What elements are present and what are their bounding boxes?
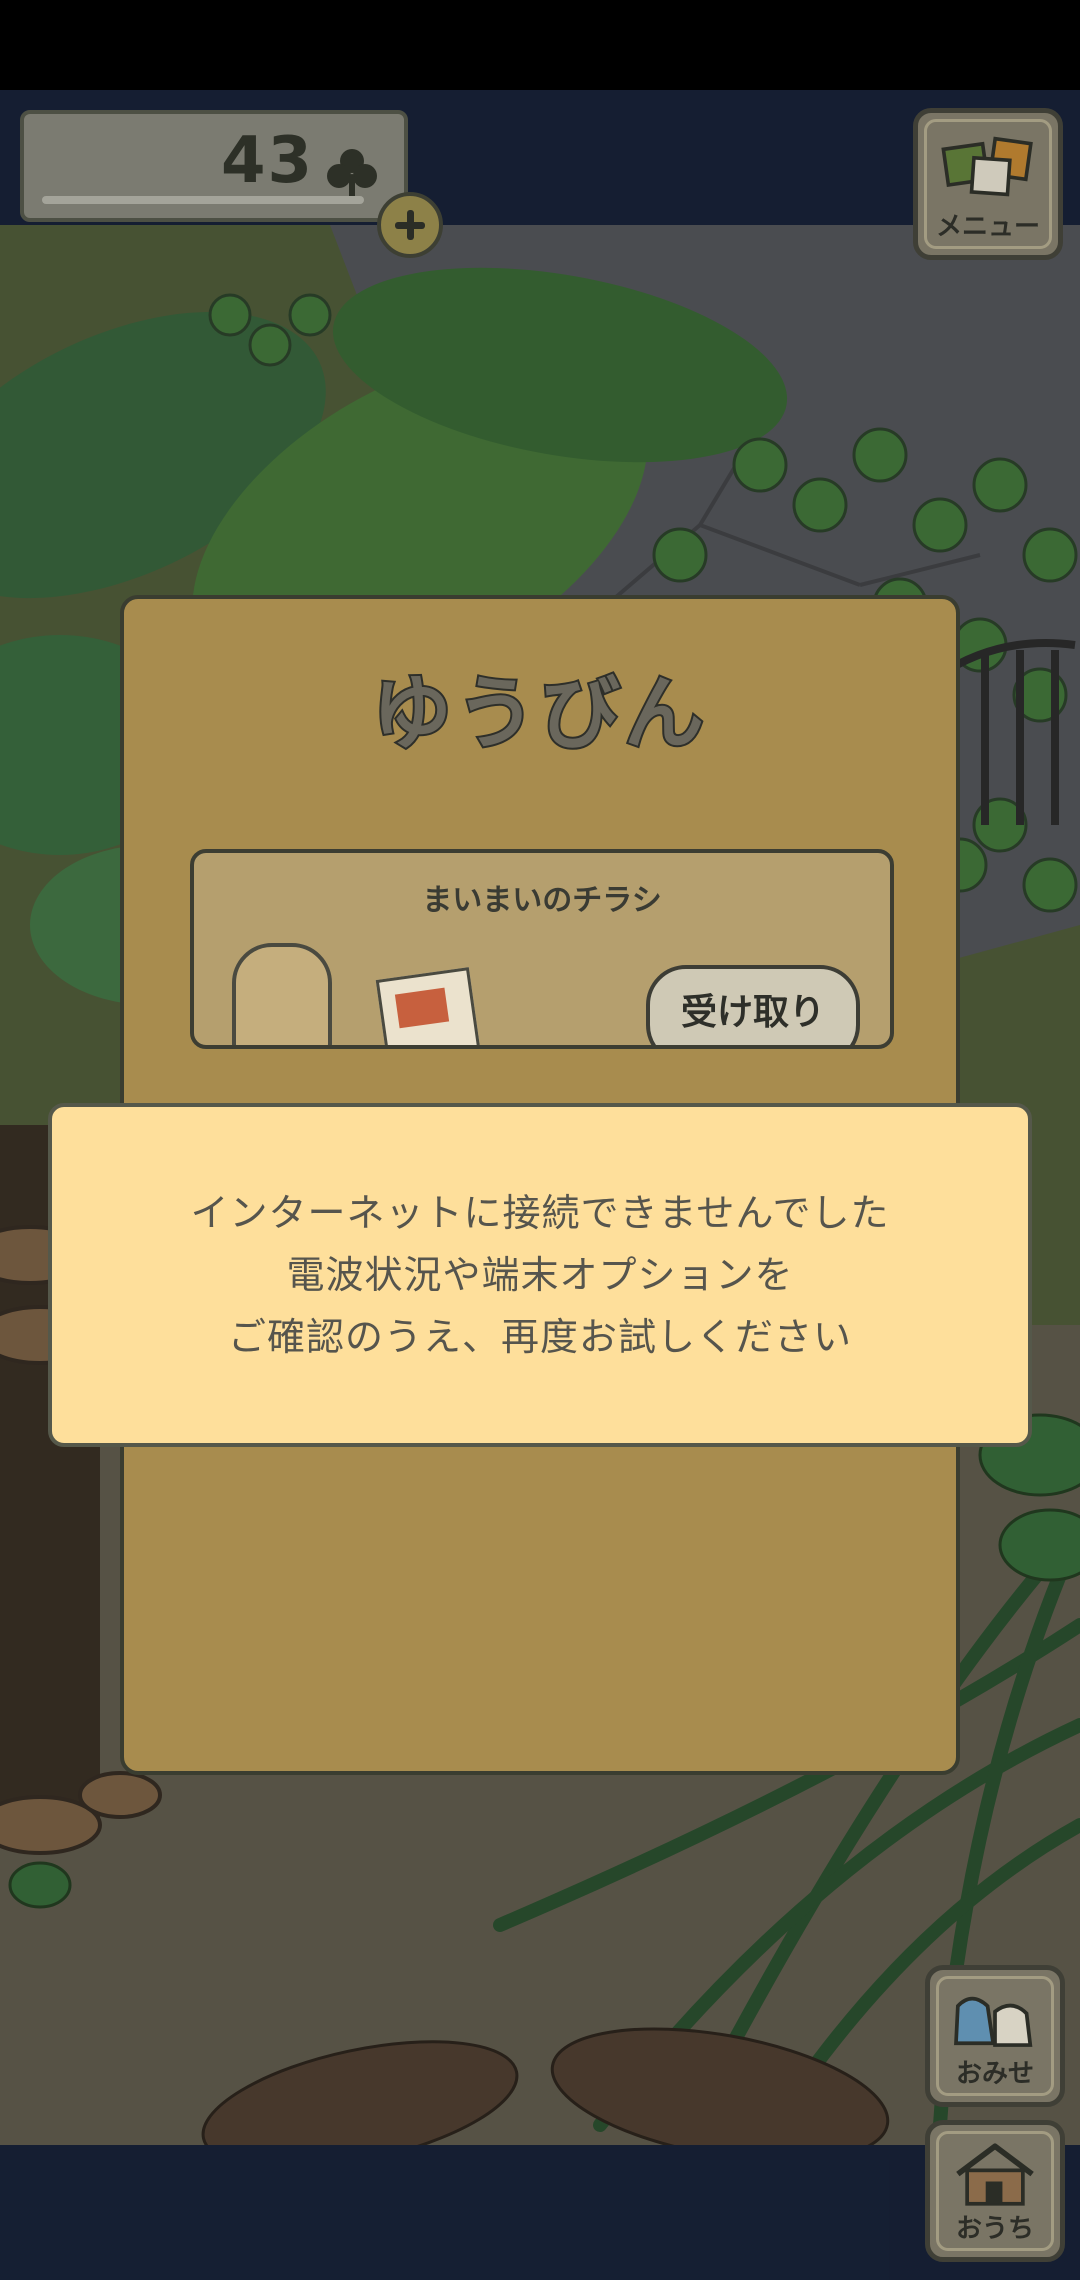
menu-button[interactable]: メニュー xyxy=(913,108,1063,260)
home-button-label: おうち xyxy=(955,2214,1034,2244)
mail-item: まいまいのチラシ 受け取り xyxy=(190,849,894,1049)
home-button[interactable]: おうち xyxy=(925,2120,1065,2262)
house-icon xyxy=(956,2143,1034,2206)
menu-cards-icon xyxy=(941,136,1033,197)
status-bar xyxy=(0,0,1080,90)
clover-icon xyxy=(327,149,377,202)
menu-button-label: メニュー xyxy=(935,212,1040,242)
shop-button-label: おみせ xyxy=(955,2059,1034,2089)
error-message-line: インターネットに接続できませんでした xyxy=(190,1191,890,1235)
shop-bags-icon xyxy=(954,1996,1033,2047)
flyer-icon xyxy=(375,967,487,1045)
error-message-line: 電波状況や端末オプションを xyxy=(286,1253,794,1297)
shop-button[interactable]: おみせ xyxy=(925,1965,1065,2107)
clover-bar xyxy=(42,196,364,204)
error-message-line: ご確認のうえ、再度お試しください xyxy=(227,1315,852,1359)
connection-error-dialog: インターネットに接続できませんでした 電波状況や端末オプションを ご確認のうえ、… xyxy=(48,1103,1032,1447)
clover-counter: 43 xyxy=(20,110,408,222)
mail-item-title: まいまいのチラシ xyxy=(422,883,662,918)
snail-avatar-icon xyxy=(232,943,332,1045)
game-screen: 43 メニュー ゆうびん まいまいのチラシ 受け取り インターネットに接続できま… xyxy=(0,90,1080,2280)
receive-button[interactable]: 受け取り xyxy=(646,965,860,1045)
clover-count: 43 xyxy=(220,124,314,198)
mail-panel-title: ゆうびん xyxy=(370,665,708,762)
add-clover-button[interactable] xyxy=(377,192,443,258)
